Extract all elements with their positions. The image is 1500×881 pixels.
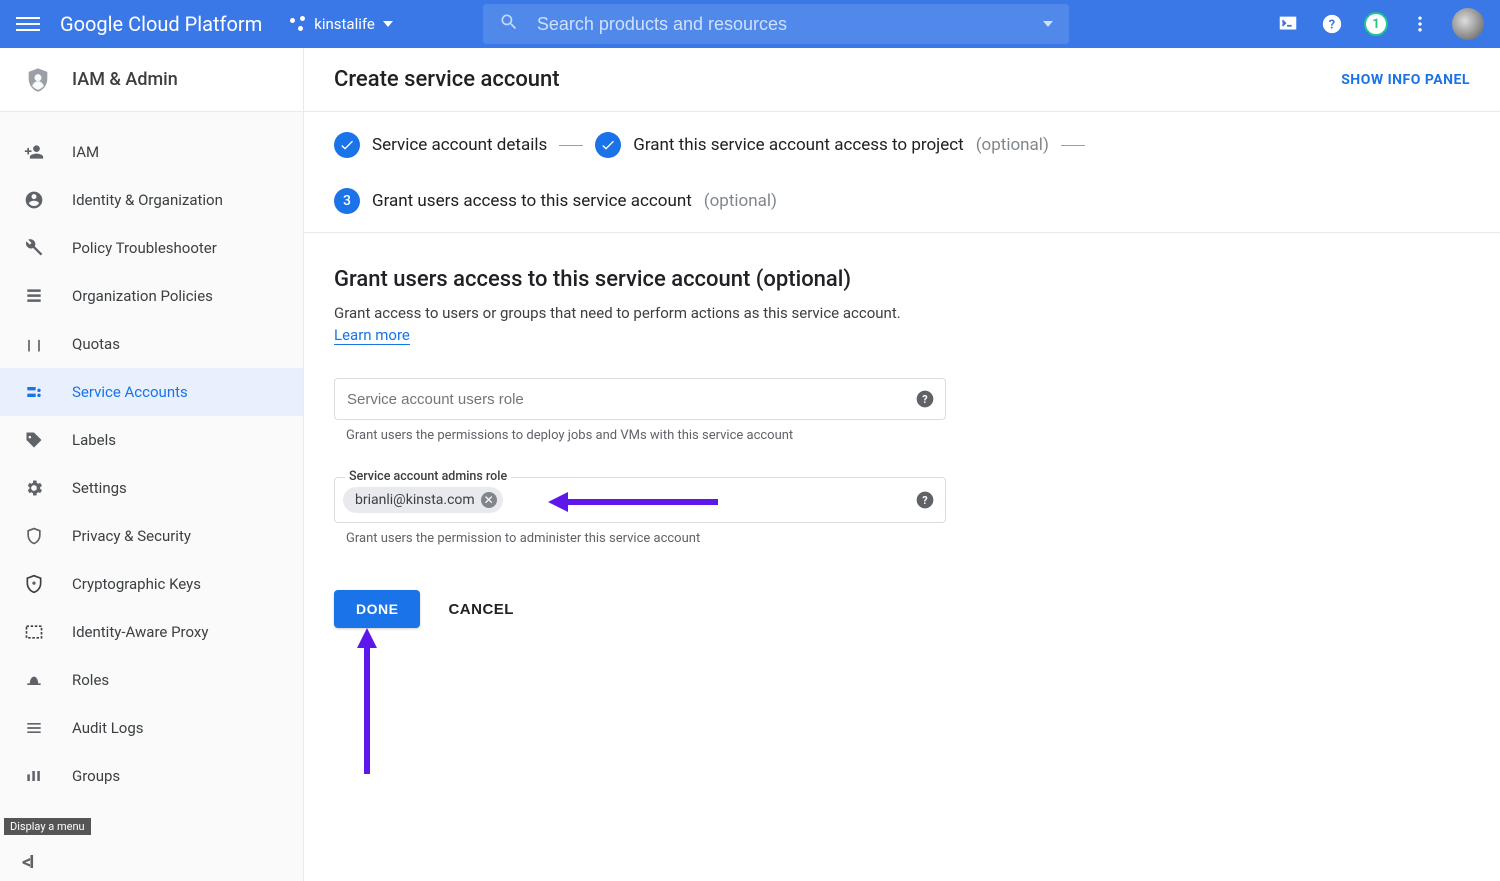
search-caret-icon[interactable] [1043, 21, 1053, 27]
project-name: kinstalife [314, 15, 375, 33]
product-name: Google Cloud Platform [60, 12, 262, 36]
svg-text:?: ? [922, 393, 927, 406]
step-separator [1061, 145, 1085, 146]
users-role-field[interactable]: ? [334, 378, 946, 420]
hat-icon [24, 670, 44, 690]
notification-badge[interactable]: 1 [1364, 12, 1388, 36]
sidebar-item-identity-aware-proxy[interactable]: Identity-Aware Proxy [0, 608, 303, 656]
step-1[interactable]: Service account details [334, 132, 547, 158]
check-icon [334, 132, 360, 158]
project-picker[interactable]: kinstalife [290, 15, 393, 33]
sidebar-item-service-accounts[interactable]: Service Accounts [0, 368, 303, 416]
display-menu-tooltip: Display a menu [4, 818, 91, 835]
sidebar-item-labels[interactable]: Labels [0, 416, 303, 464]
admin-email-chip[interactable]: brianli@kinsta.com ✕ [343, 487, 503, 513]
admins-role-label: Service account admins role [345, 469, 511, 484]
step-3-number: 3 [334, 188, 360, 214]
search-input[interactable] [537, 14, 1017, 35]
account-circle-icon [24, 190, 44, 210]
sidebar-item-label: Identity-Aware Proxy [72, 623, 208, 641]
cancel-button[interactable]: CANCEL [448, 601, 514, 618]
sidebar-item-settings[interactable]: Settings [0, 464, 303, 512]
stepper: Service account details Grant this servi… [304, 112, 1500, 233]
sidebar-item-iam[interactable]: IAM [0, 128, 303, 176]
section-subtext: Grant access to users or groups that nee… [334, 304, 1254, 322]
iap-icon [24, 622, 44, 642]
help-icon[interactable]: ? [915, 490, 935, 510]
sidebar-item-groups[interactable]: Groups [0, 752, 303, 800]
step-2-label: Grant this service account access to pro… [633, 135, 963, 155]
sidebar-item-label: Privacy & Security [72, 527, 191, 545]
sidebar-item-label: Roles [72, 671, 109, 689]
users-role-helper: Grant users the permissions to deploy jo… [334, 428, 1254, 443]
admins-role-field[interactable]: Service account admins role brianli@kins… [334, 477, 946, 523]
sidebar-item-label: Identity & Organization [72, 191, 223, 209]
sidebar-item-organization-policies[interactable]: Organization Policies [0, 272, 303, 320]
users-role-input[interactable] [347, 391, 901, 408]
sidebar-item-label: Cryptographic Keys [72, 575, 201, 593]
caret-down-icon [383, 21, 393, 27]
service-account-icon [24, 382, 44, 402]
lines-icon [24, 718, 44, 738]
sidebar-item-cryptographic-keys[interactable]: Cryptographic Keys [0, 560, 303, 608]
step-2-optional: (optional) [976, 135, 1049, 155]
quota-icon [24, 334, 44, 354]
check-icon [595, 132, 621, 158]
tag-icon [24, 430, 44, 450]
sidebar-item-policy-troubleshooter[interactable]: Policy Troubleshooter [0, 224, 303, 272]
wrench-icon [24, 238, 44, 258]
sidebar-item-label: Audit Logs [72, 719, 144, 737]
admins-role-helper: Grant users the permission to administer… [334, 531, 1254, 546]
svg-text:?: ? [1329, 18, 1335, 33]
learn-more-link[interactable]: Learn more [334, 326, 410, 345]
sidebar-item-label: Quotas [72, 335, 120, 353]
project-icon [290, 16, 306, 32]
bars-icon [24, 766, 44, 786]
policy-list-icon [24, 286, 44, 306]
sidebar-item-label: Organization Policies [72, 287, 213, 305]
done-button[interactable]: DONE [334, 590, 420, 628]
shield-key-icon [24, 574, 44, 594]
shield-outline-icon [24, 526, 44, 546]
sidebar-item-label: Settings [72, 479, 127, 497]
sidebar-item-label: Groups [72, 767, 120, 785]
remove-chip-icon[interactable]: ✕ [481, 492, 497, 508]
sidebar-item-roles[interactable]: Roles [0, 656, 303, 704]
page-title: Create service account [334, 67, 560, 92]
sidebar-item-label: IAM [72, 143, 99, 161]
more-vert-icon[interactable] [1408, 12, 1432, 36]
step-separator [559, 145, 583, 146]
sidebar-item-audit-logs[interactable]: Audit Logs [0, 704, 303, 752]
cloud-shell-icon[interactable] [1276, 12, 1300, 36]
gear-icon [24, 478, 44, 498]
sidebar-item-label: Policy Troubleshooter [72, 239, 217, 257]
hamburger-menu[interactable] [16, 12, 40, 36]
search-box[interactable] [483, 4, 1069, 44]
person-add-icon [24, 142, 44, 162]
svg-text:?: ? [922, 494, 927, 507]
chip-text: brianli@kinsta.com [355, 492, 475, 508]
sidebar-item-privacy-security[interactable]: Privacy & Security [0, 512, 303, 560]
sidebar-item-quotas[interactable]: Quotas [0, 320, 303, 368]
section-title: Grant users access to this service accou… [334, 267, 1254, 292]
help-icon[interactable]: ? [1320, 12, 1344, 36]
help-icon[interactable]: ? [915, 389, 935, 409]
sidebar-item-label: Labels [72, 431, 116, 449]
sidebar-item-identity-organization[interactable]: Identity & Organization [0, 176, 303, 224]
step-2[interactable]: Grant this service account access to pro… [595, 132, 1049, 158]
collapse-sidebar-icon[interactable]: <I [10, 852, 293, 873]
step-3-label: Grant users access to this service accou… [372, 191, 692, 211]
sidebar-header: IAM & Admin [0, 48, 303, 112]
avatar[interactable] [1452, 8, 1484, 40]
sidebar-item-label: Service Accounts [72, 383, 188, 401]
iam-shield-icon [24, 66, 52, 94]
sidebar-title: IAM & Admin [72, 69, 178, 90]
step-1-label: Service account details [372, 135, 547, 155]
search-icon [499, 12, 519, 36]
step-3[interactable]: 3 Grant users access to this service acc… [334, 188, 777, 214]
show-info-panel-button[interactable]: SHOW INFO PANEL [1341, 72, 1470, 88]
step-3-optional: (optional) [704, 191, 777, 211]
